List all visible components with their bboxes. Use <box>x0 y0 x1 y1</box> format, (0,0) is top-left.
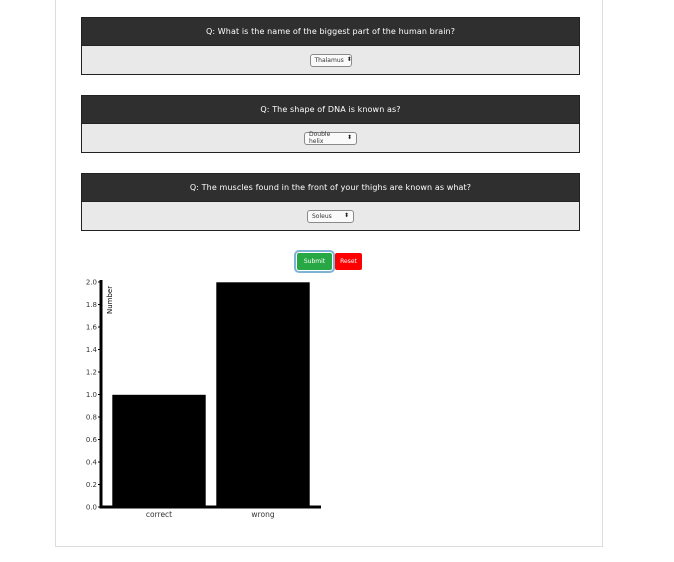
question-answer-area-2: Double helix ⬍ <box>82 123 579 152</box>
answer-select-3[interactable]: Soleus ⬍ <box>307 209 354 223</box>
y-tick-label: 1.2 <box>86 369 97 377</box>
page: Q: What is the name of the biggest part … <box>0 0 674 562</box>
x-tick-label: correct <box>146 510 172 519</box>
y-tick-label: 0.2 <box>86 481 97 489</box>
answer-select-2[interactable]: Double helix ⬍ <box>304 131 357 145</box>
y-tick-label: 1.8 <box>86 301 97 309</box>
y-tick-label: 2.0 <box>86 279 97 287</box>
question-card-3: Q: The muscles found in the front of you… <box>81 173 580 231</box>
reset-button[interactable]: Reset <box>335 253 362 270</box>
bar-wrong <box>215 281 311 508</box>
y-axis-label: Number <box>106 286 114 314</box>
select-arrows-icon: ⬍ <box>346 56 352 63</box>
y-tick-label: 1.6 <box>86 324 98 332</box>
select-arrows-icon: ⬍ <box>343 212 349 219</box>
select-arrows-icon: ⬍ <box>346 134 352 141</box>
y-tick-label: 1.0 <box>86 391 97 399</box>
submit-button[interactable]: Submit <box>294 250 335 273</box>
answer-select-value-3: Soleus <box>312 212 332 220</box>
question-answer-area-1: Thalamus ⬍ <box>82 45 579 74</box>
bar-correct <box>111 394 207 508</box>
question-answer-area-3: Soleus ⬍ <box>82 201 579 230</box>
answer-select-value-1: Thalamus <box>314 56 344 64</box>
question-card-1: Q: What is the name of the biggest part … <box>81 17 580 75</box>
question-text-2: Q: The shape of DNA is known as? <box>82 96 579 123</box>
question-card-2: Q: The shape of DNA is known as? Double … <box>81 95 580 153</box>
question-text-1: Q: What is the name of the biggest part … <box>82 18 579 45</box>
y-tick-label: 0.4 <box>86 459 98 467</box>
y-tick-label: 1.4 <box>86 346 98 354</box>
answer-select-value-2: Double helix <box>309 131 331 145</box>
answer-select-1[interactable]: Thalamus ⬍ <box>309 53 352 67</box>
y-tick-label: 0.8 <box>86 414 97 422</box>
question-text-3: Q: The muscles found in the front of you… <box>82 174 579 201</box>
x-tick-label: wrong <box>251 510 274 519</box>
results-bar-chart: 0.0 0.2 0.4 0.6 0.8 1.0 1.2 1.4 1.6 1.8 2.0 correc… <box>86 279 321 519</box>
y-tick-label: 0.6 <box>86 436 98 444</box>
y-tick-label: 0.0 <box>86 504 97 512</box>
